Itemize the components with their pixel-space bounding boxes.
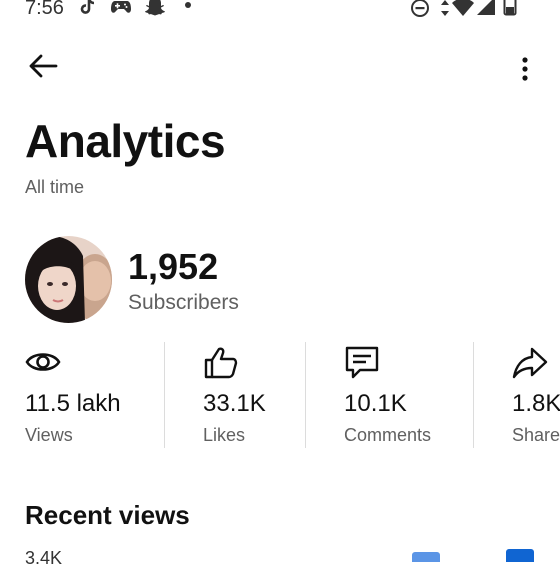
- battery-icon: [503, 0, 517, 16]
- do-not-disturb-icon: [411, 0, 429, 17]
- divider: [473, 342, 474, 448]
- chart-bar: [506, 549, 534, 562]
- stat-value: 33.1K: [203, 390, 266, 417]
- more-options-button[interactable]: [505, 46, 545, 86]
- stat-value: 1.8K: [512, 390, 560, 417]
- top-app-bar: [0, 38, 560, 88]
- date-range-label: All time: [25, 177, 85, 197]
- stats-row: 11.5 lakh Views 33.1K Likes 10.1K Commen…: [0, 340, 560, 450]
- chart-bar: [412, 552, 440, 562]
- more-vertical-icon: [522, 57, 528, 81]
- status-time: 7:56: [25, 0, 64, 19]
- section-title-recent-views: Recent views: [25, 500, 190, 530]
- subscriber-count: 1,952: [128, 246, 219, 287]
- signal-icon: [477, 0, 495, 15]
- stat-label: Shares: [512, 425, 560, 445]
- channel-avatar: [25, 236, 112, 323]
- eye-icon: [25, 353, 61, 371]
- data-arrows-icon: [441, 0, 449, 16]
- divider: [305, 342, 306, 448]
- tiktok-icon: [80, 0, 95, 14]
- stat-value: 10.1K: [344, 390, 407, 417]
- stat-value: 11.5 lakh: [25, 390, 121, 417]
- stat-label: Comments: [344, 425, 432, 445]
- page-title: Analytics: [25, 115, 226, 167]
- comment-icon: [345, 346, 379, 379]
- gamepad-icon: [111, 1, 131, 13]
- thumbs-up-icon: [204, 347, 238, 379]
- back-button[interactable]: [24, 46, 64, 86]
- recent-views-value: 3.4K: [25, 548, 63, 568]
- wifi-icon: [452, 0, 474, 16]
- stat-label: Likes: [203, 425, 246, 445]
- divider: [164, 342, 165, 448]
- notification-dot-icon: [185, 2, 191, 8]
- subscriber-label: Subscribers: [128, 291, 239, 314]
- status-bar: 7:56: [0, 0, 560, 22]
- arrow-left-icon: [29, 54, 58, 78]
- snapchat-icon: [145, 0, 165, 16]
- share-icon: [512, 347, 548, 379]
- stat-label: Views: [25, 425, 73, 445]
